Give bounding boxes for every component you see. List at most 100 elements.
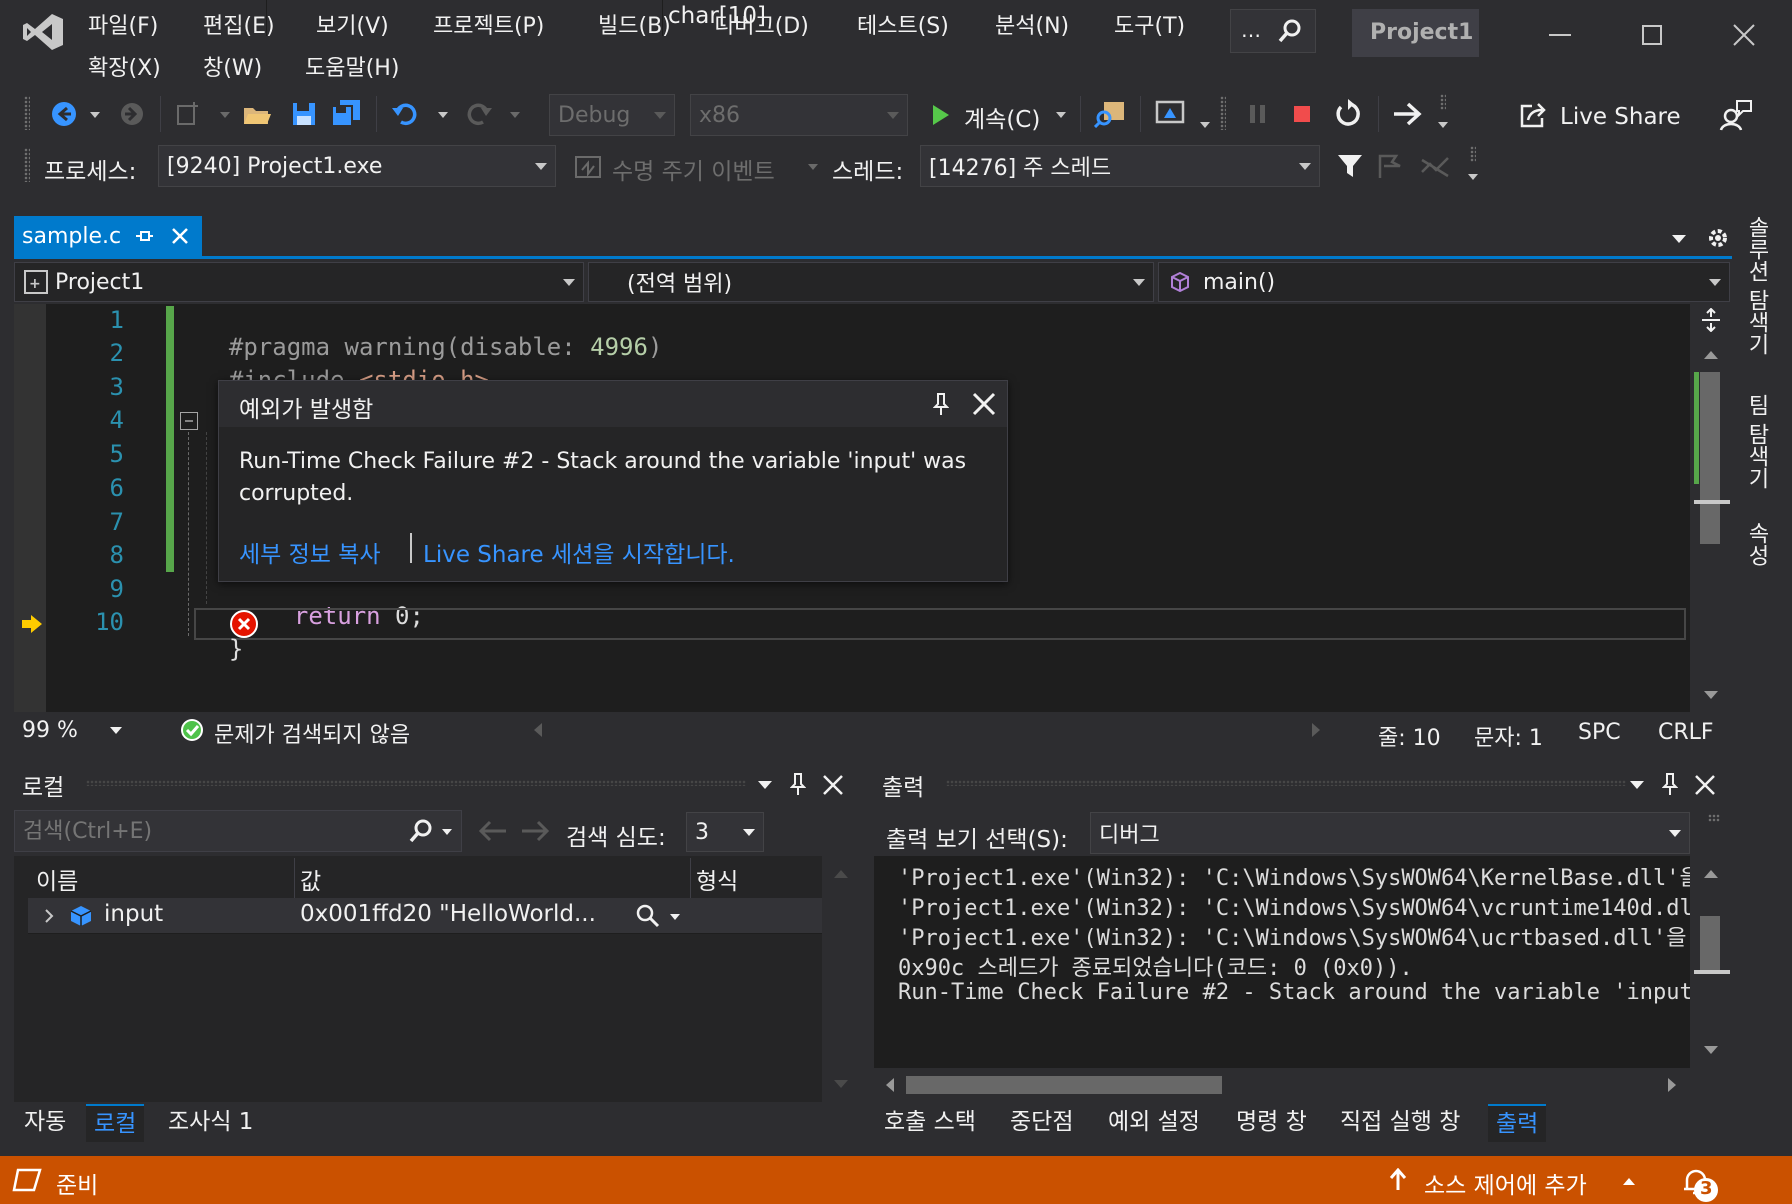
locals-scroll-down-icon[interactable] — [830, 1076, 852, 1092]
tab-immediate-window[interactable]: 직접 실행 창 — [1332, 1104, 1468, 1142]
hscroll-right-icon[interactable] — [1308, 720, 1324, 740]
output-toolbar-overflow-grip[interactable] — [1708, 814, 1720, 822]
tab-locals[interactable]: 로컬 — [86, 1104, 145, 1142]
live-share-session-link[interactable]: Live Share 세션을 시작합니다. — [423, 535, 735, 569]
whitespace-indicator[interactable]: SPC — [1578, 720, 1621, 745]
back-dropdown-icon[interactable] — [88, 108, 102, 122]
undo-icon[interactable] — [388, 98, 422, 130]
source-control-caret-icon[interactable] — [1620, 1174, 1638, 1188]
output-pin-icon[interactable] — [1658, 770, 1682, 798]
solution-platform-select[interactable]: x86 — [690, 94, 908, 136]
undo-dropdown-icon[interactable] — [436, 108, 450, 122]
solution-configuration-select[interactable]: Debug — [549, 94, 675, 136]
close-window-icon[interactable] — [1722, 20, 1766, 50]
output-status-icon[interactable] — [10, 1166, 44, 1194]
toolbar-grip[interactable] — [24, 96, 30, 130]
copy-details-link[interactable]: 세부 정보 복사 — [239, 535, 381, 569]
continue-button[interactable]: 계속(C) — [964, 100, 1040, 134]
menu-file[interactable]: 파일(F) — [88, 8, 158, 40]
menu-help[interactable]: 도움말(H) — [305, 50, 399, 82]
toolbar-overflow-grip[interactable] — [1470, 146, 1476, 162]
tab-watch-1[interactable]: 조사식 1 — [160, 1104, 261, 1142]
output-source-select[interactable]: 디버그 — [1090, 812, 1690, 854]
menu-analyze[interactable]: 분석(N) — [995, 8, 1069, 40]
hscroll-left-icon[interactable] — [530, 720, 546, 740]
locals-scroll-up-icon[interactable] — [830, 866, 852, 882]
redo-dropdown-icon[interactable] — [508, 108, 522, 122]
lifecycle-events-icon[interactable] — [572, 152, 604, 182]
thread-select[interactable]: [14276] 주 스레드 — [920, 145, 1320, 187]
continue-dropdown-icon[interactable] — [1054, 108, 1068, 122]
scrollbar-thumb[interactable] — [1700, 372, 1720, 544]
visualizer-dropdown-icon[interactable] — [668, 910, 682, 924]
settings-gear-icon[interactable] — [1702, 222, 1734, 254]
scroll-down-icon[interactable] — [1700, 686, 1722, 704]
scope-nav-select[interactable]: (전역 범위) — [588, 262, 1154, 302]
pin-tab-icon[interactable] — [132, 224, 156, 248]
no-issues-label[interactable]: 문제가 검색되지 않음 — [214, 717, 410, 749]
redo-icon[interactable] — [462, 98, 496, 130]
output-scroll-down-icon[interactable] — [1700, 1042, 1722, 1058]
tab-breakpoints[interactable]: 중단점 — [1002, 1104, 1081, 1142]
tab-command-window[interactable]: 명령 창 — [1228, 1104, 1315, 1142]
locals-cell-value[interactable]: 0x001ffd20 "HelloWorld... — [300, 901, 596, 927]
application-insights-dropdown-icon[interactable] — [1198, 118, 1212, 132]
tab-list-dropdown-icon[interactable] — [1668, 228, 1690, 250]
output-window-position-icon[interactable] — [1628, 776, 1646, 794]
flag-threads-icon[interactable] — [1374, 150, 1406, 182]
show-next-statement-icon[interactable] — [1390, 96, 1426, 132]
search-box[interactable]: … — [1230, 9, 1316, 53]
application-insights-icon[interactable] — [1152, 96, 1188, 130]
save-icon[interactable] — [288, 98, 320, 130]
locals-search-options-icon[interactable] — [439, 825, 455, 839]
project-nav-select[interactable]: + Project1 — [14, 262, 584, 302]
maximize-icon[interactable] — [1630, 20, 1674, 50]
line-ending-indicator[interactable]: CRLF — [1658, 720, 1714, 745]
search-previous-icon[interactable] — [476, 816, 510, 846]
continue-play-icon[interactable] — [928, 100, 954, 130]
menu-edit[interactable]: 편집(E) — [203, 8, 275, 40]
menu-test[interactable]: 테스트(S) — [857, 8, 949, 40]
output-scroll-up-icon[interactable] — [1700, 866, 1722, 882]
output-drag-grip[interactable] — [946, 780, 1626, 786]
output-scrollbar-thumb[interactable] — [1700, 916, 1720, 970]
filter-threads-icon[interactable] — [1334, 150, 1366, 182]
stop-icon[interactable] — [1286, 98, 1318, 130]
restart-icon[interactable] — [1330, 96, 1366, 132]
search-next-icon[interactable] — [518, 816, 552, 846]
toolbar-overflow-grip[interactable] — [1440, 94, 1446, 110]
locals-vertical-scrollbar[interactable] — [826, 858, 856, 1102]
menu-project[interactable]: 프로젝트(P) — [433, 8, 544, 40]
search-depth-select[interactable]: 3 — [686, 812, 764, 852]
line-indicator[interactable]: 줄: 10 — [1378, 720, 1441, 752]
locals-pin-icon[interactable] — [786, 770, 810, 798]
locals-close-icon[interactable] — [820, 772, 846, 798]
minimize-icon[interactable] — [1538, 20, 1582, 50]
team-explorer-tab[interactable]: 팀 탐색기 — [1740, 394, 1772, 489]
live-share-icon[interactable] — [1516, 100, 1550, 132]
find-files-icon[interactable] — [1092, 96, 1128, 130]
tab-exception-settings[interactable]: 예외 설정 — [1100, 1104, 1208, 1142]
close-tab-icon[interactable] — [168, 224, 192, 248]
locals-search-icon[interactable] — [407, 817, 435, 845]
source-control-up-arrow-icon[interactable] — [1386, 1166, 1410, 1194]
toolbar-overflow-dropdown-icon[interactable] — [1436, 118, 1450, 132]
open-folder-icon[interactable] — [240, 98, 274, 130]
exception-close-icon[interactable] — [971, 391, 997, 417]
process-select[interactable]: [9240] Project1.exe — [158, 145, 556, 187]
tab-autos[interactable]: 자동 — [16, 1104, 74, 1142]
new-project-dropdown-icon[interactable] — [218, 108, 232, 122]
menu-build[interactable]: 빌드(B) — [598, 8, 671, 40]
split-editor-icon[interactable] — [1698, 306, 1724, 334]
properties-tab[interactable]: 속성 — [1740, 522, 1772, 566]
column-divider[interactable] — [690, 858, 691, 898]
exception-pin-icon[interactable] — [929, 391, 953, 417]
member-nav-select[interactable]: main() — [1158, 262, 1730, 302]
locals-search-box[interactable] — [14, 810, 462, 852]
table-row[interactable]: input 0x001ffd20 "HelloWorld... — [28, 898, 822, 934]
column-indicator[interactable]: 문자: 1 — [1474, 720, 1543, 752]
menu-window[interactable]: 창(W) — [203, 50, 262, 82]
collapse-outline-icon[interactable] — [180, 412, 198, 430]
solution-explorer-tab[interactable]: 솔루션 탐색기 — [1740, 216, 1772, 355]
column-divider[interactable] — [294, 858, 295, 898]
